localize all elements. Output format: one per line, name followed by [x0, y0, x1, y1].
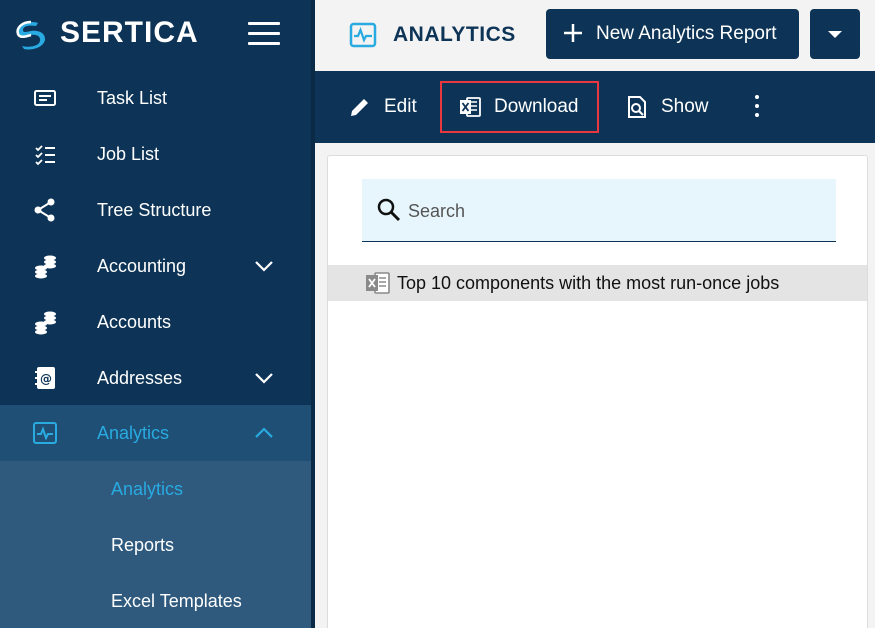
sidebar-item-tree-structure[interactable]: Tree Structure — [0, 182, 311, 238]
brand-name: SERTICA — [60, 16, 199, 49]
preview-icon — [628, 96, 646, 118]
edit-button[interactable]: Edit — [348, 71, 417, 143]
job-list-icon — [35, 145, 55, 166]
sidebar-subitem-analytics[interactable]: Analytics — [0, 461, 311, 517]
download-button[interactable]: Download — [458, 71, 579, 143]
search-input[interactable] — [408, 197, 818, 225]
sidebar-subitem-excel-templates[interactable]: Excel Templates — [0, 573, 311, 628]
action-toolbar: Edit Download Show — [315, 71, 875, 143]
chevron-up-icon[interactable] — [252, 421, 276, 445]
sidebar-subitem-label: Excel Templates — [111, 590, 242, 611]
search-icon — [377, 198, 401, 222]
reports-panel: Top 10 components with the most run-once… — [327, 155, 868, 628]
task-list-icon — [34, 90, 56, 106]
chevron-down-icon[interactable] — [252, 366, 276, 390]
sidebar-item-label: Analytics — [97, 422, 170, 443]
sidebar-item-accounts[interactable]: Accounts — [0, 294, 311, 350]
more-options-icon[interactable] — [751, 95, 763, 121]
sidebar-item-label: Task List — [97, 87, 168, 108]
analytics-icon — [33, 422, 57, 444]
logo-row: SERTICA — [0, 0, 311, 70]
sidebar-item-label: Tree Structure — [97, 199, 212, 220]
edit-label: Edit — [384, 96, 417, 117]
show-label: Show — [661, 96, 709, 117]
sertica-logo-icon — [16, 20, 45, 50]
sidebar-item-label: Accounting — [97, 255, 187, 276]
excel-icon — [460, 97, 481, 117]
sidebar-item-job-list[interactable]: Job List — [0, 126, 311, 182]
hamburger-menu-icon[interactable] — [248, 22, 280, 48]
page-header: ANALYTICS New Analytics Report — [315, 0, 875, 71]
sidebar-item-label: Accounts — [97, 311, 172, 332]
report-name: Top 10 components with the most run-once… — [397, 273, 780, 293]
sidebar-item-label: Job List — [97, 143, 160, 164]
excel-file-icon — [366, 272, 390, 294]
sidebar-item-analytics[interactable]: Analytics — [0, 405, 311, 461]
new-analytics-report-button[interactable]: New Analytics Report — [546, 9, 799, 59]
sidebar: SERTICA Task List Job List Tree Structur… — [0, 0, 311, 628]
page-title: ANALYTICS — [393, 23, 516, 46]
sidebar-subitem-label: Analytics — [111, 478, 184, 499]
show-button[interactable]: Show — [625, 71, 709, 143]
caret-down-icon — [828, 31, 842, 38]
download-label: Download — [494, 96, 579, 117]
search-field[interactable] — [362, 179, 836, 242]
plus-icon — [564, 24, 582, 42]
new-analytics-report-label: New Analytics Report — [596, 23, 777, 44]
pencil-icon — [351, 99, 368, 116]
coins-icon — [35, 311, 56, 335]
report-list-item[interactable]: Top 10 components with the most run-once… — [328, 265, 867, 301]
analytics-icon — [349, 22, 377, 48]
address-book-icon: @ — [35, 367, 55, 389]
chevron-down-icon[interactable] — [252, 254, 276, 278]
sidebar-subitem-reports[interactable]: Reports — [0, 517, 311, 573]
coins-icon — [35, 255, 56, 279]
new-report-dropdown-button[interactable] — [810, 9, 860, 59]
svg-text:@: @ — [40, 372, 52, 386]
share-tree-icon — [34, 198, 55, 222]
sidebar-item-label: Addresses — [97, 367, 183, 388]
sidebar-item-addresses[interactable]: @ Addresses — [0, 350, 311, 406]
sidebar-subitem-label: Reports — [111, 534, 175, 555]
sidebar-item-accounting[interactable]: Accounting — [0, 238, 311, 294]
sidebar-item-task-list[interactable]: Task List — [0, 70, 311, 126]
